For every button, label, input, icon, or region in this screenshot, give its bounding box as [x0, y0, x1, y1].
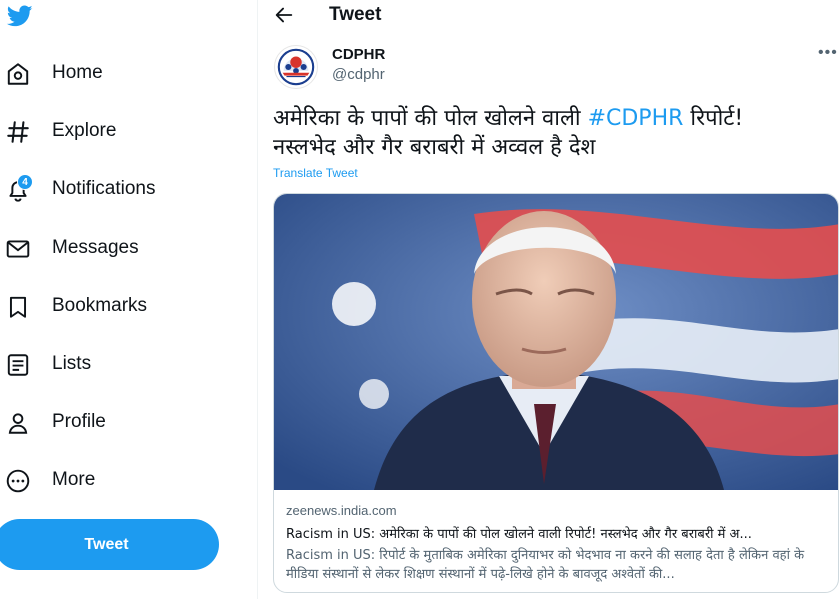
- sidebar-item-profile[interactable]: Profile: [0, 401, 135, 445]
- author-handle[interactable]: @cdphr: [332, 66, 385, 83]
- cdphr-logo-icon: [277, 48, 315, 86]
- tweet-text: अमेरिका के पापों की पोल खोलने वाली #CDPH…: [273, 104, 813, 162]
- twitter-bird-icon[interactable]: [4, 3, 36, 29]
- home-icon: [5, 61, 31, 87]
- sidebar-item-label: Messages: [52, 237, 139, 258]
- back-arrow-icon[interactable]: [273, 4, 295, 26]
- sidebar-item-label: Home: [52, 62, 103, 83]
- sidebar-item-label: Lists: [52, 353, 92, 374]
- list-icon: [5, 352, 31, 378]
- translate-tweet-link[interactable]: Translate Tweet: [273, 166, 358, 180]
- main-column: Tweet CDPHR @cdphr ••• अमेरिका के पापों …: [258, 0, 839, 599]
- tweet-text-part: अमेरिका के पापों की पोल खोलने वाली: [273, 106, 588, 131]
- sidebar-item-label: Explore: [52, 120, 117, 141]
- author-name[interactable]: CDPHR: [332, 46, 385, 63]
- sidebar-item-explore[interactable]: Explore: [0, 110, 140, 154]
- envelope-icon: [5, 236, 31, 262]
- card-title: Racism in US: अमेरिका के पापों की पोल खो…: [286, 527, 752, 542]
- hashtag-link[interactable]: #CDPHR: [588, 106, 684, 131]
- more-options-icon[interactable]: •••: [818, 44, 838, 62]
- sidebar-item-notifications[interactable]: 4 Notifications: [0, 168, 190, 212]
- bookmark-icon: [5, 294, 31, 320]
- sidebar-item-home[interactable]: Home: [0, 52, 130, 96]
- news-photo-image: [274, 194, 838, 490]
- author-avatar[interactable]: [274, 45, 318, 89]
- compose-tweet-button[interactable]: Tweet: [0, 519, 219, 570]
- sidebar-item-more[interactable]: More: [0, 459, 125, 503]
- sidebar: Home Explore 4 Notifications Messages Bo…: [0, 0, 257, 599]
- hashtag-icon: [5, 119, 31, 145]
- sidebar-item-bookmarks[interactable]: Bookmarks: [0, 285, 175, 329]
- sidebar-item-label: Profile: [52, 411, 106, 432]
- sidebar-item-lists[interactable]: Lists: [0, 343, 115, 387]
- more-circle-icon: [5, 468, 31, 494]
- sidebar-item-label: More: [52, 469, 96, 490]
- person-icon: [5, 410, 31, 436]
- sidebar-item-messages[interactable]: Messages: [0, 227, 165, 271]
- sidebar-item-label: Bookmarks: [52, 295, 148, 316]
- card-photo: [274, 194, 838, 490]
- link-preview-card[interactable]: zeenews.india.com Racism in US: अमेरिका …: [273, 193, 839, 593]
- page-title: Tweet: [329, 4, 382, 25]
- card-domain: zeenews.india.com: [286, 503, 397, 518]
- card-description: Racism in US: रिपोर्ट के मुताबिक अमेरिका…: [286, 548, 805, 582]
- notification-count-badge: 4: [17, 174, 33, 190]
- sidebar-item-label: Notifications: [52, 178, 156, 199]
